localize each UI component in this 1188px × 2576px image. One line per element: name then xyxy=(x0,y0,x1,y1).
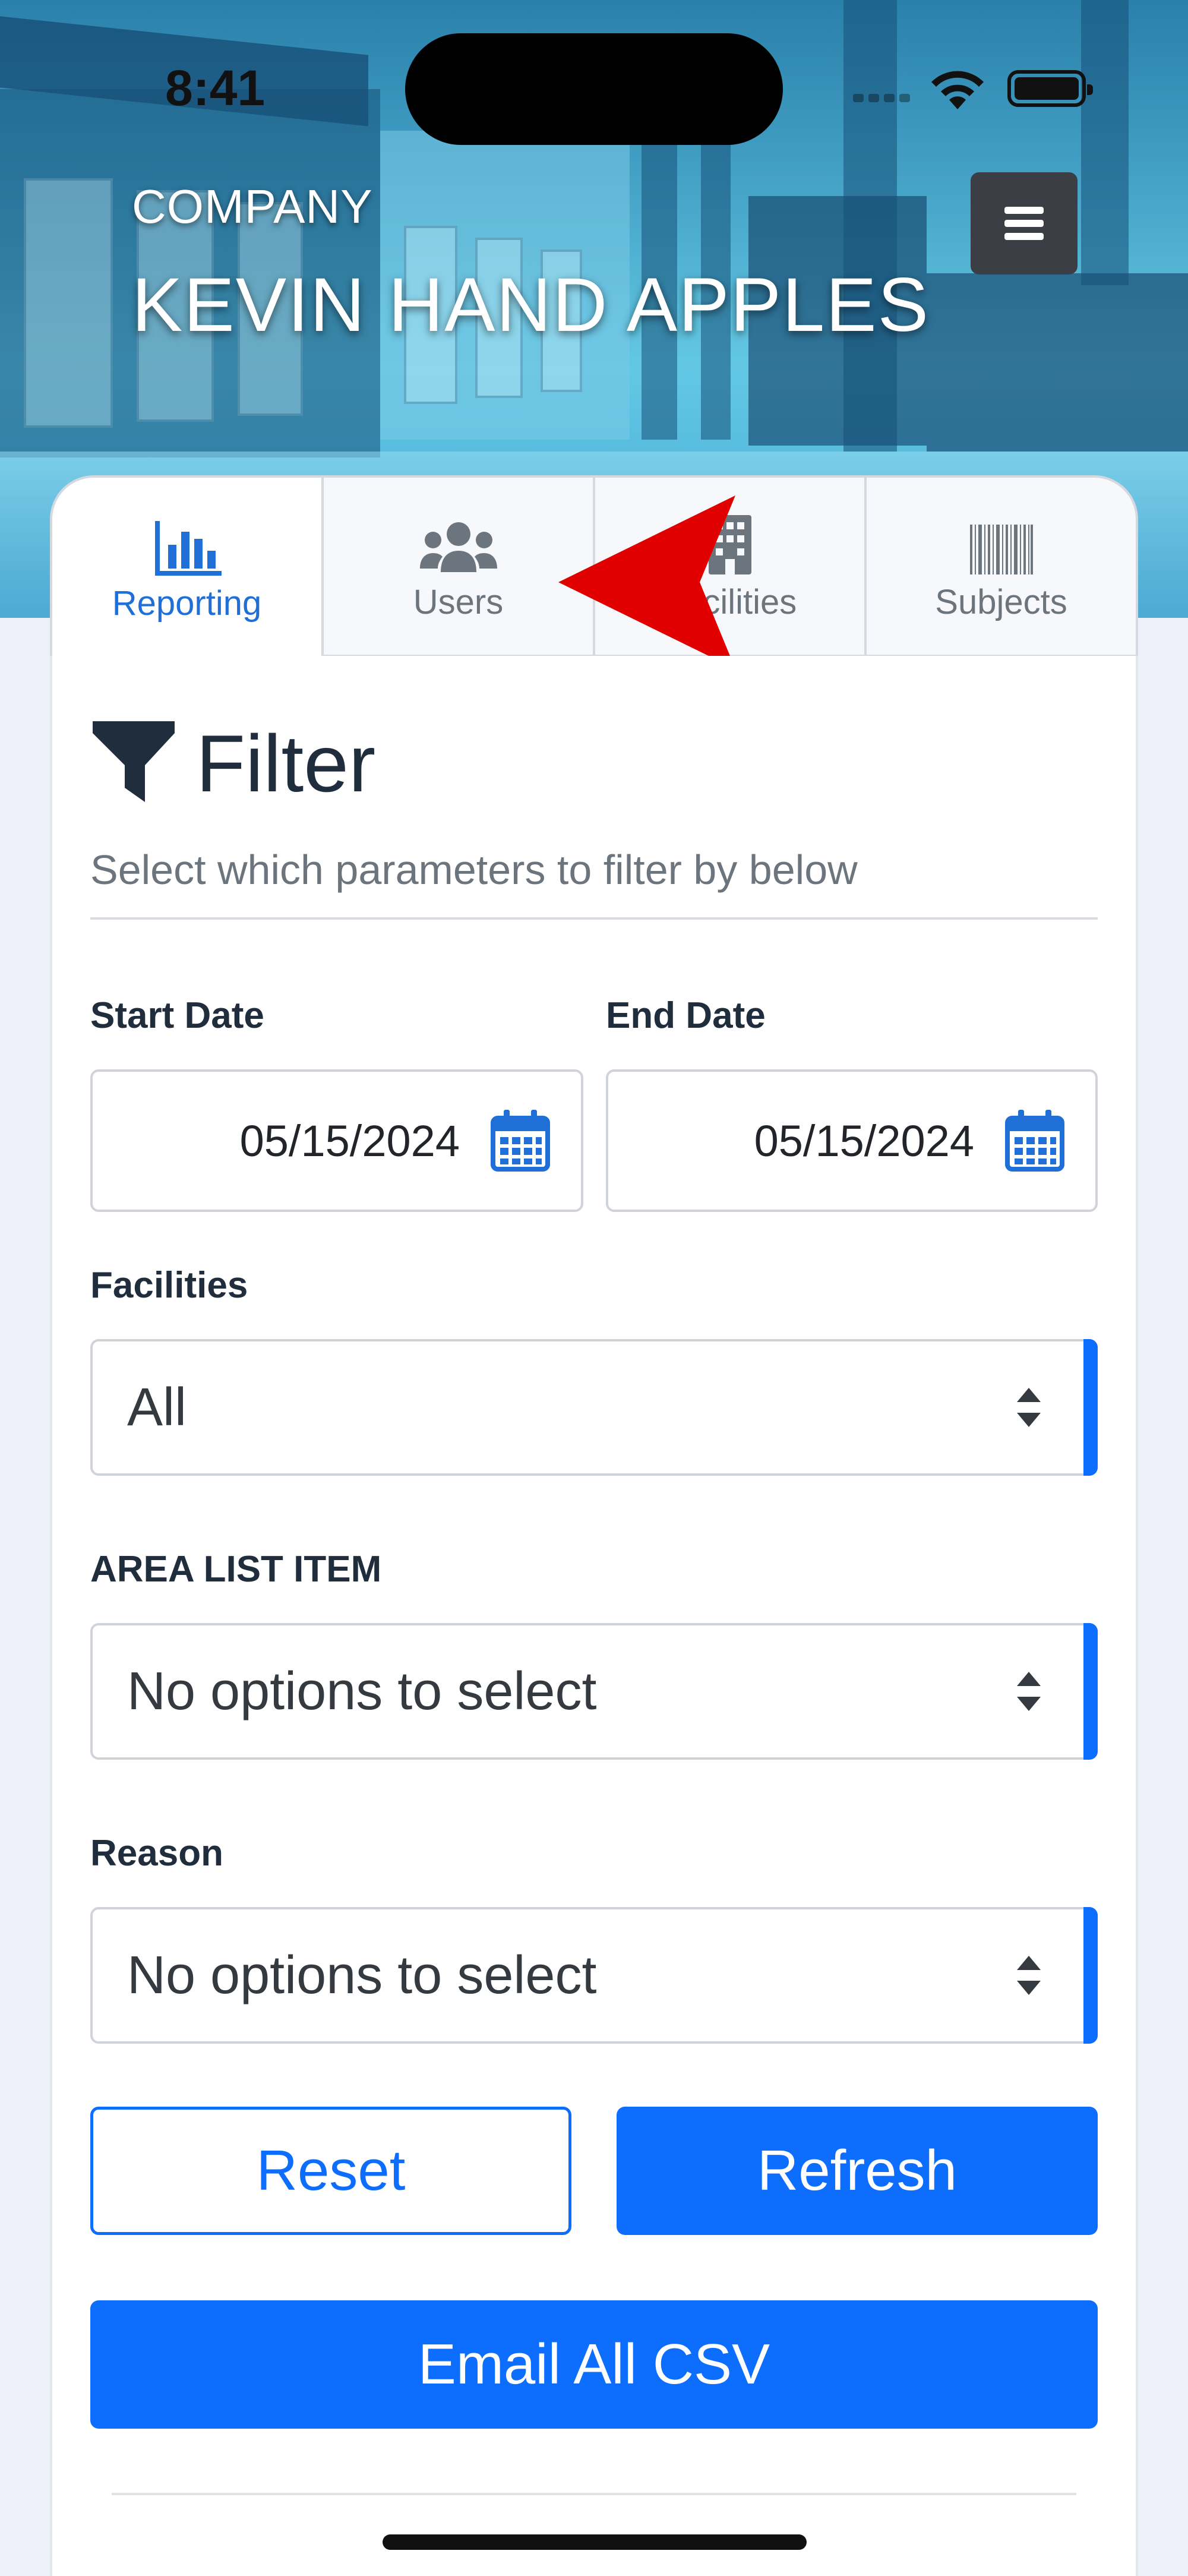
dynamic-island xyxy=(405,33,783,145)
tab-subjects[interactable]: Subjects xyxy=(867,475,1138,657)
filter-title: Filter xyxy=(196,718,376,809)
end-date-value: 05/15/2024 xyxy=(754,1116,974,1166)
filter-card xyxy=(50,656,1138,2576)
menu-button[interactable] xyxy=(971,172,1078,274)
reset-button[interactable]: Reset xyxy=(90,2107,571,2235)
start-date-label: Start Date xyxy=(90,995,264,1036)
end-date-input[interactable]: 05/15/2024 xyxy=(606,1069,1098,1212)
cellular-signal-icon xyxy=(853,94,915,105)
sort-caret-icon xyxy=(1017,1956,1041,1995)
bar-chart-icon xyxy=(153,514,222,576)
facilities-select[interactable]: All xyxy=(90,1339,1098,1476)
refresh-button[interactable]: Refresh xyxy=(617,2107,1098,2235)
calendar-icon[interactable] xyxy=(491,1110,550,1172)
filter-heading: Filter xyxy=(90,718,376,809)
reason-select[interactable]: No options to select xyxy=(90,1907,1098,2044)
start-date-value: 05/15/2024 xyxy=(239,1116,460,1166)
users-icon xyxy=(419,513,497,574)
warehouse-door xyxy=(24,178,113,428)
wifi-icon xyxy=(931,71,984,109)
factory-chimney xyxy=(843,0,897,452)
reason-value: No options to select xyxy=(127,1945,597,2005)
divider xyxy=(112,2493,1076,2495)
factory-building xyxy=(927,273,1188,452)
tab-users[interactable]: Users xyxy=(324,475,595,657)
facilities-value: All xyxy=(127,1377,187,1437)
select-accent-bar xyxy=(1083,1623,1098,1760)
company-label: COMPANY xyxy=(132,180,373,233)
end-date-label: End Date xyxy=(606,995,766,1036)
tab-label: Reporting xyxy=(112,584,262,623)
area-list-item-value: No options to select xyxy=(127,1661,597,1721)
hamburger-menu-icon xyxy=(1004,201,1044,246)
facilities-label: Facilities xyxy=(90,1265,248,1306)
battery-icon xyxy=(1007,70,1093,107)
tab-label: Subjects xyxy=(935,583,1067,621)
funnel-icon xyxy=(93,721,175,802)
tab-label: Users xyxy=(413,583,504,621)
email-all-csv-button[interactable]: Email All CSV xyxy=(90,2300,1098,2429)
tab-reporting[interactable]: Reporting xyxy=(50,475,324,657)
home-indicator[interactable] xyxy=(383,2534,807,2550)
annotation-arrow-icon xyxy=(558,495,735,669)
status-time: 8:41 xyxy=(165,60,266,116)
sort-caret-icon xyxy=(1017,1672,1041,1711)
area-list-item-label: AREA LIST ITEM xyxy=(90,1549,382,1590)
reason-label: Reason xyxy=(90,1833,223,1874)
divider xyxy=(90,917,1098,920)
select-accent-bar xyxy=(1083,1907,1098,2044)
barcode-icon xyxy=(969,513,1033,574)
start-date-input[interactable]: 05/15/2024 xyxy=(90,1069,583,1212)
filter-subtitle: Select which parameters to filter by bel… xyxy=(90,847,858,893)
area-list-item-select[interactable]: No options to select xyxy=(90,1623,1098,1760)
calendar-icon[interactable] xyxy=(1005,1110,1064,1172)
sort-caret-icon xyxy=(1017,1388,1041,1427)
company-name: KEVIN HAND APPLES xyxy=(132,263,930,348)
factory-chimney xyxy=(1081,0,1129,285)
select-accent-bar xyxy=(1083,1339,1098,1476)
